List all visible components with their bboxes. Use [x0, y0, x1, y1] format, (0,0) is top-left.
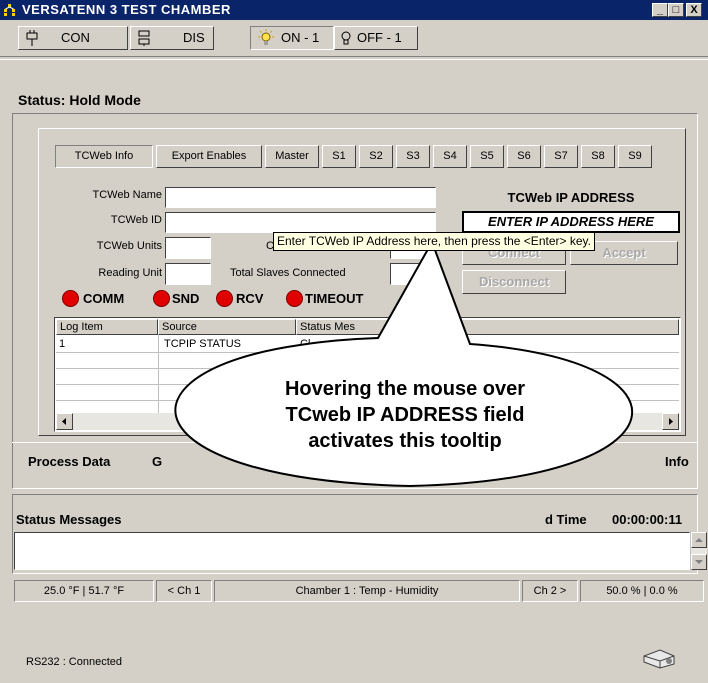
- callout-line-1: Hovering the mouse over: [284, 378, 526, 400]
- callout-line-2: TCweb IP ADDRESS field: [285, 404, 525, 426]
- callout-line-3: activates this tooltip: [308, 430, 502, 452]
- callout-text: Hovering the mouse over TCweb IP ADDRESS…: [215, 376, 595, 454]
- ip-address-tooltip: Enter TCWeb IP Address here, then press …: [273, 232, 595, 251]
- callout-bubble: [174, 239, 634, 488]
